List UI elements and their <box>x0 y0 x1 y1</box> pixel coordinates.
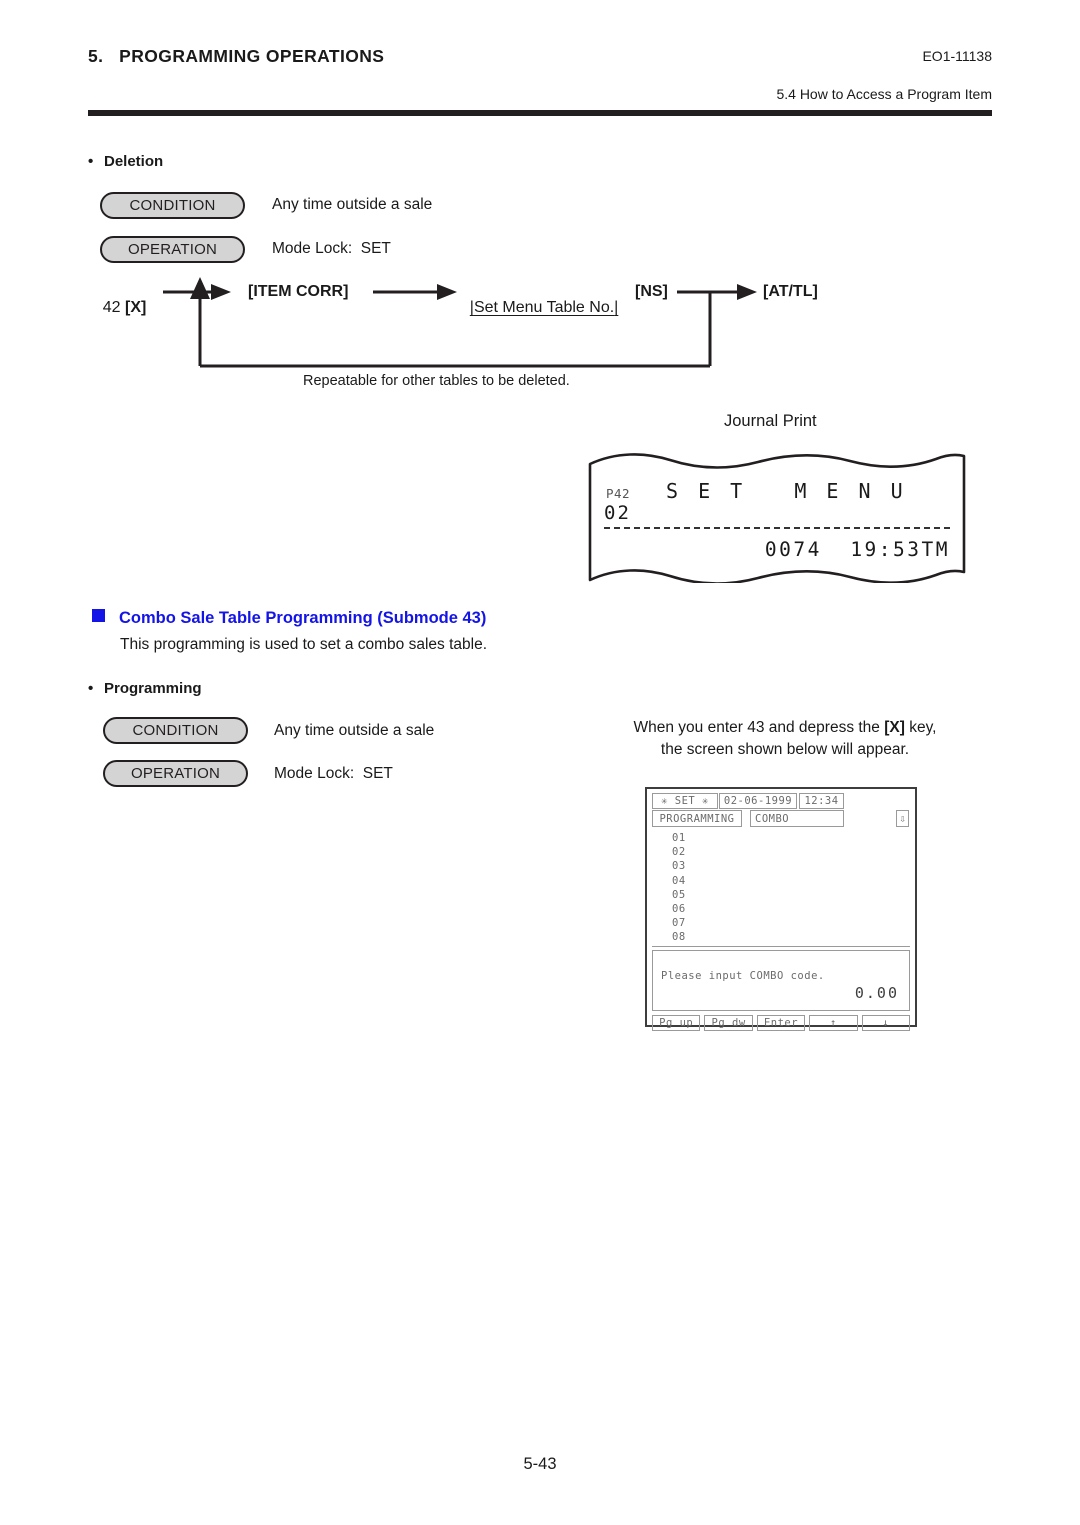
page-header: 5. PROGRAMMING OPERATIONS EO1-11138 5.4 … <box>88 44 992 114</box>
combo-section-description: This programming is used to set a combo … <box>120 636 488 653</box>
softkey-arrow-down-icon[interactable]: ↓ <box>861 1015 911 1031</box>
lcd-combo-list[interactable]: 01 02 03 04 05 06 07 08 <box>652 831 910 947</box>
flow-step-42-prefix: 42 <box>102 299 126 316</box>
flow-bar-close: | <box>614 299 619 316</box>
softkey-arrow-up-icon[interactable]: ↑ <box>809 1015 858 1031</box>
deletion-heading: • Deletion <box>88 153 163 170</box>
note-line1-prefix: When you enter 43 and depress the <box>633 719 885 736</box>
lcd-message-panel: Please input COMBO code. 0.00 <box>652 950 910 1011</box>
condition-pill-label: CONDITION <box>129 197 216 214</box>
lcd-title-bar: PROGRAMMING COMBO ⇩ <box>652 810 910 827</box>
receipt-program-name: S E T M E N U <box>666 479 907 503</box>
operation-pill-label-programming: OPERATION <box>130 765 221 782</box>
programming-subheading-label: Programming <box>104 680 202 697</box>
journal-print-receipt: P42 S E T M E N U 02 0074 19:53TM <box>588 448 966 583</box>
lcd-combo-field[interactable]: COMBO <box>750 810 844 827</box>
list-item[interactable]: 07 <box>652 916 910 930</box>
lcd-programming-label: PROGRAMMING <box>652 810 742 827</box>
softkey-page-down[interactable]: Pg dw <box>704 1015 753 1031</box>
deletion-flow-diagram: 42 [X] [ITEM CORR] |Set Menu Table No.| … <box>85 265 905 395</box>
pos-lcd-screen: ✳ SET ✳ 02-06-1999 12:34 PROGRAMMING COM… <box>645 787 917 1031</box>
list-item[interactable]: 05 <box>652 888 910 902</box>
square-bullet-icon <box>92 609 105 622</box>
bullet-glyph: • <box>88 153 94 170</box>
receipt-program-code: P42 <box>606 486 631 501</box>
softkey-enter[interactable]: Enter <box>756 1015 806 1031</box>
combo-section-heading-label: Combo Sale Table Programming (Submode 43… <box>119 609 487 627</box>
list-item[interactable]: 01 <box>652 831 910 845</box>
list-item[interactable]: 04 <box>652 874 910 888</box>
list-item[interactable]: 08 <box>652 930 910 944</box>
flow-step-x-key: [X] <box>125 299 147 316</box>
section-breadcrumb: 5.4 How to Access a Program Item <box>776 86 992 102</box>
header-divider <box>88 110 992 116</box>
page-title: 5. PROGRAMMING OPERATIONS <box>88 46 385 66</box>
combo-section-heading: Combo Sale Table Programming (Submode 43… <box>92 609 486 628</box>
flow-step-ns: [NS] <box>635 283 668 300</box>
list-item[interactable]: 03 <box>652 859 910 873</box>
screen-instruction-note: When you enter 43 and depress the [X] ke… <box>590 717 980 762</box>
list-item[interactable]: 02 <box>652 845 910 859</box>
lcd-amount-display: 0.00 <box>854 984 899 1002</box>
condition-pill-programming: CONDITION <box>103 717 248 744</box>
journal-print-title: Journal Print <box>724 412 817 430</box>
flow-step-set-menu-table-no: |Set Menu Table No.| <box>452 284 619 332</box>
condition-text-programming: Any time outside a sale <box>274 722 435 739</box>
softkey-page-up[interactable]: Pg up <box>652 1015 701 1031</box>
operation-pill-label: OPERATION <box>127 241 218 258</box>
receipt-text-layer: P42 S E T M E N U 02 0074 19:53TM <box>588 448 966 583</box>
note-line1-suffix: key, <box>904 719 937 736</box>
programming-subheading: • Programming <box>88 680 202 697</box>
operation-text-programming: Mode Lock: SET <box>274 765 393 782</box>
receipt-footer-line: 0074 19:53TM <box>764 538 950 561</box>
lcd-time-field: 12:34 <box>799 793 844 809</box>
flow-step-table-no-label: Set Menu Table No. <box>473 299 615 316</box>
condition-pill-label-programming: CONDITION <box>132 722 219 739</box>
lcd-prompt-message: Please input COMBO code. <box>661 970 825 982</box>
lcd-softkey-bar: Pg up Pg dw Enter ↑ ↓ <box>652 1015 911 1031</box>
operation-pill-programming: OPERATION <box>103 760 248 787</box>
flow-step-table-no-group: |Set Menu Table No.| <box>470 299 619 316</box>
condition-text-deletion: Any time outside a sale <box>272 196 433 213</box>
flow-step-at-tl: [AT/TL] <box>763 283 818 300</box>
list-item[interactable]: 06 <box>652 902 910 916</box>
deletion-heading-label: Deletion <box>104 153 164 170</box>
note-line2: the screen shown below will appear. <box>660 741 910 759</box>
note-x-key: [X] <box>884 719 905 736</box>
page-number: 5-43 <box>523 1455 557 1473</box>
operation-pill-deletion: OPERATION <box>100 236 245 263</box>
receipt-dashed-separator <box>604 527 950 529</box>
operation-text-deletion: Mode Lock: SET <box>272 240 391 257</box>
lcd-date-field: 02-06-1999 <box>719 793 797 809</box>
condition-pill-deletion: CONDITION <box>100 192 245 219</box>
receipt-table-number: 02 <box>604 502 631 524</box>
flow-step-42x: 42 [X] <box>85 284 147 332</box>
scroll-down-icon[interactable]: ⇩ <box>896 810 909 827</box>
lcd-status-bar: ✳ SET ✳ 02-06-1999 12:34 <box>652 793 910 809</box>
flow-step-item-corr: [ITEM CORR] <box>248 283 349 300</box>
lcd-mode-indicator: ✳ SET ✳ <box>652 793 718 809</box>
bullet-glyph-programming: • <box>88 680 94 697</box>
document-code: EO1-11138 <box>922 48 992 64</box>
flow-loop-caption: Repeatable for other tables to be delete… <box>303 373 570 389</box>
